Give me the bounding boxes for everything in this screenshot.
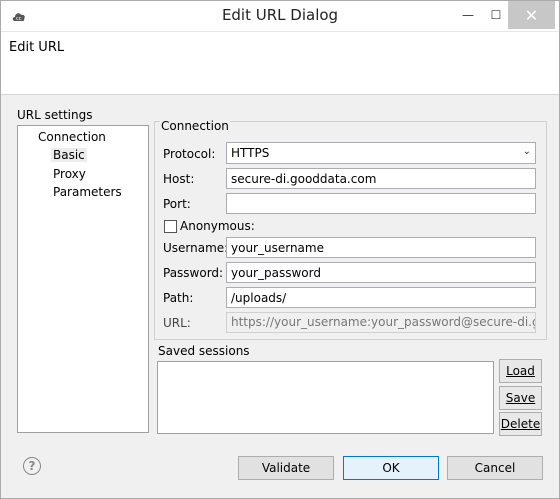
password-input[interactable] [226,262,536,283]
tree-item-parameters[interactable]: Parameters [53,185,122,199]
load-label: Load [506,364,535,378]
tree-item-basic[interactable]: Basic [51,148,87,162]
port-input[interactable] [226,193,536,214]
save-button[interactable]: Save [499,386,542,410]
tree-item-proxy[interactable]: Proxy [53,167,86,181]
title-bar: cc Edit URL Dialog — ☐ ✕ [1,1,559,32]
port-label: Port: [163,197,191,211]
load-button[interactable]: Load [499,359,542,383]
settings-tree: Connection Basic Proxy Parameters [17,125,149,433]
validate-button[interactable]: Validate [238,456,334,480]
path-input[interactable] [226,287,536,308]
url-settings-label: URL settings [17,108,93,122]
protocol-value: HTTPS [231,146,270,160]
delete-button[interactable]: Delete [499,412,542,436]
help-icon[interactable]: ? [23,457,41,475]
save-label: Save [505,391,536,405]
cancel-button[interactable]: Cancel [447,456,543,480]
host-label: Host: [163,172,195,186]
username-input[interactable] [226,237,536,258]
edit-url-dialog: cc Edit URL Dialog — ☐ ✕ Edit URL URL se… [0,0,560,499]
url-label: URL: [163,316,191,330]
password-label: Password: [163,266,224,280]
close-button[interactable]: ✕ [508,1,555,29]
saved-sessions-list[interactable] [157,361,494,434]
chevron-down-icon: ⌄ [522,146,531,157]
host-input[interactable] [226,168,536,189]
username-label: Username: [163,241,229,255]
ok-button[interactable]: OK [343,456,439,480]
dialog-banner: Edit URL [1,32,559,95]
anonymous-label: Anonymous: [180,219,255,233]
tree-item-connection[interactable]: Connection [38,130,106,144]
delete-label: Delete [500,417,541,431]
anonymous-checkbox[interactable] [164,220,177,233]
saved-sessions-label: Saved sessions [158,344,250,358]
path-label: Path: [163,291,194,305]
protocol-label: Protocol: [163,147,216,161]
banner-title: Edit URL [9,40,65,55]
protocol-select[interactable]: HTTPS ⌄ [226,142,536,164]
url-field: https://your_username:your_password@secu… [226,312,536,333]
connection-legend: Connection [160,119,230,133]
